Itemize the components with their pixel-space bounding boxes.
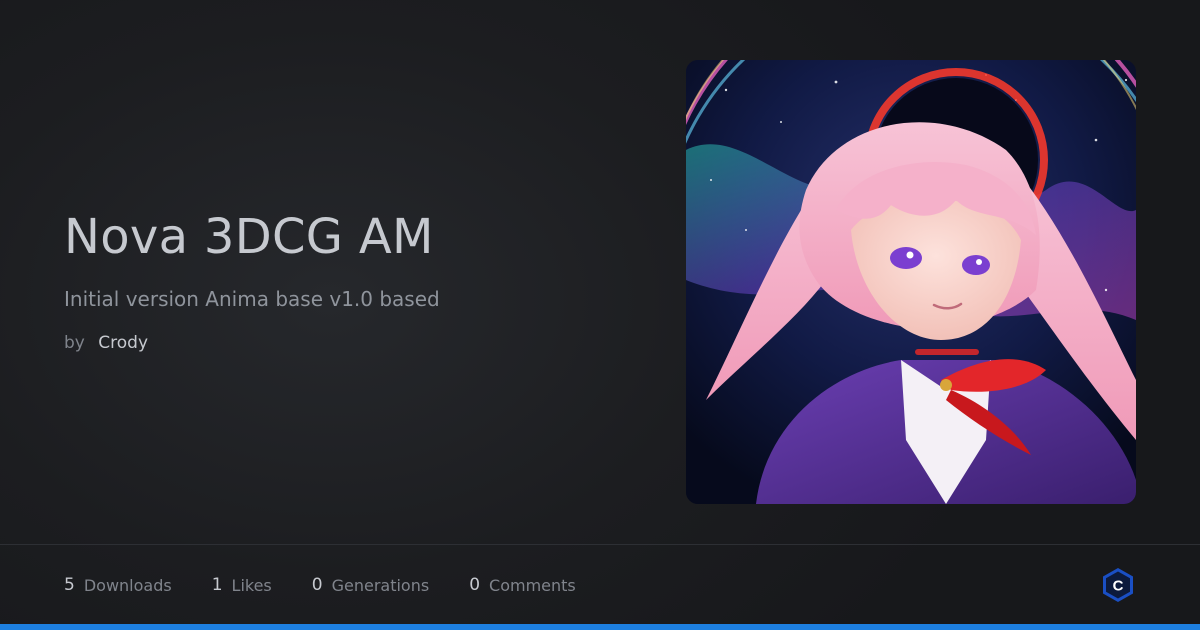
logo-letter: C: [1113, 578, 1124, 595]
stat-value: 0: [311, 575, 323, 595]
stat-value: 0: [469, 575, 481, 595]
stat-label: Generations: [331, 575, 430, 595]
footer-divider: [0, 544, 1200, 545]
civitai-logo-icon[interactable]: C: [1101, 567, 1135, 603]
stat-label: Likes: [231, 575, 272, 595]
author-line: by Crody: [64, 331, 624, 355]
stat-likes: 1 Likes: [212, 575, 272, 595]
stat-value: 5: [64, 575, 75, 595]
stat-value: 1: [211, 575, 223, 595]
accent-bar: [0, 624, 1200, 630]
stat-label: Comments: [489, 575, 576, 595]
stat-generations: 0 Generations: [312, 575, 429, 595]
model-stats: 5 Downloads 1 Likes 0 Generations 0 Comm…: [64, 573, 616, 597]
stat-comments: 0 Comments: [469, 575, 576, 595]
model-preview-image: [686, 60, 1136, 504]
share-card: Nova 3DCG AM Initial version Anima base …: [0, 0, 1200, 630]
model-title: Nova 3DCG AM: [64, 209, 434, 265]
stat-downloads: 5 Downloads: [64, 575, 172, 595]
anime-girl-illustration: [686, 60, 1136, 504]
model-info: Nova 3DCG AM Initial version Anima base …: [64, 205, 624, 355]
stat-label: Downloads: [83, 575, 172, 595]
author-prefix: by: [64, 333, 85, 353]
author-name[interactable]: Crody: [98, 333, 148, 353]
model-subtitle: Initial version Anima base v1.0 based: [64, 287, 440, 311]
